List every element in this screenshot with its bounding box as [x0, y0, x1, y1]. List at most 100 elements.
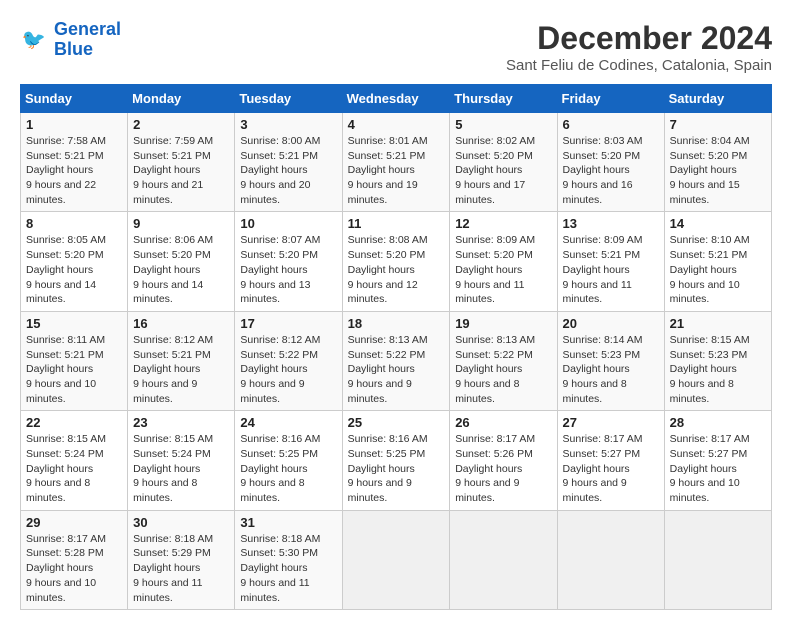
day-info: Sunrise: 7:58 AM Sunset: 5:21 PM Dayligh… — [26, 134, 122, 207]
sunrise-label: Sunrise: 8:09 AM — [563, 234, 643, 246]
weekday-header-tuesday: Tuesday — [235, 85, 342, 113]
calendar: SundayMondayTuesdayWednesdayThursdayFrid… — [20, 84, 772, 610]
daylight-value: 9 hours and 8 minutes. — [240, 477, 304, 504]
daylight-value: 9 hours and 19 minutes. — [348, 179, 418, 206]
daylight-value: 9 hours and 20 minutes. — [240, 179, 310, 206]
logo-general: General — [54, 19, 121, 39]
daylight-label: Daylight hours — [133, 562, 200, 574]
day-number: 19 — [455, 316, 551, 331]
calendar-cell: 31 Sunrise: 8:18 AM Sunset: 5:30 PM Dayl… — [235, 510, 342, 609]
day-info: Sunrise: 8:02 AM Sunset: 5:20 PM Dayligh… — [455, 134, 551, 207]
sunrise-label: Sunrise: 8:12 AM — [240, 334, 320, 346]
daylight-label: Daylight hours — [26, 463, 93, 475]
day-info: Sunrise: 8:15 AM Sunset: 5:23 PM Dayligh… — [670, 333, 766, 406]
day-info: Sunrise: 8:10 AM Sunset: 5:21 PM Dayligh… — [670, 233, 766, 306]
daylight-value: 9 hours and 11 minutes. — [240, 577, 309, 604]
daylight-label: Daylight hours — [240, 264, 307, 276]
sunset-label: Sunset: 5:23 PM — [563, 349, 641, 361]
daylight-label: Daylight hours — [455, 363, 522, 375]
daylight-label: Daylight hours — [348, 363, 415, 375]
calendar-cell: 30 Sunrise: 8:18 AM Sunset: 5:29 PM Dayl… — [128, 510, 235, 609]
day-number: 24 — [240, 415, 336, 430]
sunset-label: Sunset: 5:22 PM — [455, 349, 533, 361]
sunset-label: Sunset: 5:21 PM — [348, 150, 426, 162]
day-info: Sunrise: 8:03 AM Sunset: 5:20 PM Dayligh… — [563, 134, 659, 207]
day-number: 3 — [240, 117, 336, 132]
calendar-cell: 20 Sunrise: 8:14 AM Sunset: 5:23 PM Dayl… — [557, 311, 664, 410]
daylight-label: Daylight hours — [240, 463, 307, 475]
day-number: 1 — [26, 117, 122, 132]
day-info: Sunrise: 8:06 AM Sunset: 5:20 PM Dayligh… — [133, 233, 229, 306]
sunset-label: Sunset: 5:22 PM — [348, 349, 426, 361]
daylight-label: Daylight hours — [133, 264, 200, 276]
sunrise-label: Sunrise: 8:06 AM — [133, 234, 213, 246]
calendar-cell: 4 Sunrise: 8:01 AM Sunset: 5:21 PM Dayli… — [342, 113, 450, 212]
sunrise-label: Sunrise: 7:58 AM — [26, 135, 106, 147]
calendar-cell: 10 Sunrise: 8:07 AM Sunset: 5:20 PM Dayl… — [235, 212, 342, 311]
daylight-value: 9 hours and 9 minutes. — [455, 477, 519, 504]
day-info: Sunrise: 8:17 AM Sunset: 5:27 PM Dayligh… — [670, 432, 766, 505]
daylight-value: 9 hours and 8 minutes. — [563, 378, 627, 405]
sunrise-label: Sunrise: 8:15 AM — [133, 433, 213, 445]
weekday-header-monday: Monday — [128, 85, 235, 113]
sunset-label: Sunset: 5:28 PM — [26, 547, 104, 559]
logo: 🐦 General Blue — [20, 20, 121, 60]
day-number: 29 — [26, 515, 122, 530]
page-header: 🐦 General Blue December 2024 Sant Feliu … — [20, 20, 772, 74]
day-number: 27 — [563, 415, 659, 430]
daylight-label: Daylight hours — [240, 562, 307, 574]
calendar-cell: 16 Sunrise: 8:12 AM Sunset: 5:21 PM Dayl… — [128, 311, 235, 410]
daylight-label: Daylight hours — [670, 164, 737, 176]
daylight-label: Daylight hours — [455, 463, 522, 475]
day-info: Sunrise: 8:13 AM Sunset: 5:22 PM Dayligh… — [455, 333, 551, 406]
day-info: Sunrise: 8:09 AM Sunset: 5:21 PM Dayligh… — [563, 233, 659, 306]
sunset-label: Sunset: 5:27 PM — [670, 448, 748, 460]
sunset-label: Sunset: 5:21 PM — [563, 249, 641, 261]
sunrise-label: Sunrise: 8:13 AM — [455, 334, 535, 346]
calendar-cell: 29 Sunrise: 8:17 AM Sunset: 5:28 PM Dayl… — [21, 510, 128, 609]
daylight-label: Daylight hours — [348, 164, 415, 176]
sunset-label: Sunset: 5:20 PM — [563, 150, 641, 162]
sunset-label: Sunset: 5:20 PM — [240, 249, 318, 261]
sunrise-label: Sunrise: 8:17 AM — [26, 533, 106, 545]
sunset-label: Sunset: 5:21 PM — [240, 150, 318, 162]
day-number: 11 — [348, 216, 445, 231]
daylight-value: 9 hours and 22 minutes. — [26, 179, 96, 206]
calendar-cell: 21 Sunrise: 8:15 AM Sunset: 5:23 PM Dayl… — [664, 311, 771, 410]
daylight-label: Daylight hours — [670, 363, 737, 375]
sunset-label: Sunset: 5:21 PM — [670, 249, 748, 261]
sunset-label: Sunset: 5:27 PM — [563, 448, 641, 460]
sunrise-label: Sunrise: 8:05 AM — [26, 234, 106, 246]
calendar-cell: 14 Sunrise: 8:10 AM Sunset: 5:21 PM Dayl… — [664, 212, 771, 311]
calendar-cell: 23 Sunrise: 8:15 AM Sunset: 5:24 PM Dayl… — [128, 411, 235, 510]
daylight-value: 9 hours and 11 minutes. — [455, 279, 524, 306]
calendar-cell — [664, 510, 771, 609]
calendar-cell: 3 Sunrise: 8:00 AM Sunset: 5:21 PM Dayli… — [235, 113, 342, 212]
calendar-cell: 19 Sunrise: 8:13 AM Sunset: 5:22 PM Dayl… — [450, 311, 557, 410]
sunrise-label: Sunrise: 8:18 AM — [133, 533, 213, 545]
day-number: 20 — [563, 316, 659, 331]
calendar-cell: 6 Sunrise: 8:03 AM Sunset: 5:20 PM Dayli… — [557, 113, 664, 212]
sunset-label: Sunset: 5:20 PM — [455, 150, 533, 162]
daylight-value: 9 hours and 16 minutes. — [563, 179, 633, 206]
day-number: 22 — [26, 415, 122, 430]
sunset-label: Sunset: 5:20 PM — [133, 249, 211, 261]
sunrise-label: Sunrise: 8:18 AM — [240, 533, 320, 545]
calendar-cell: 8 Sunrise: 8:05 AM Sunset: 5:20 PM Dayli… — [21, 212, 128, 311]
day-info: Sunrise: 8:12 AM Sunset: 5:22 PM Dayligh… — [240, 333, 336, 406]
sunrise-label: Sunrise: 8:15 AM — [26, 433, 106, 445]
calendar-week-row: 15 Sunrise: 8:11 AM Sunset: 5:21 PM Dayl… — [21, 311, 772, 410]
title-block: December 2024 Sant Feliu de Codines, Cat… — [506, 20, 772, 74]
daylight-value: 9 hours and 10 minutes. — [26, 378, 96, 405]
sunrise-label: Sunrise: 8:09 AM — [455, 234, 535, 246]
calendar-cell: 18 Sunrise: 8:13 AM Sunset: 5:22 PM Dayl… — [342, 311, 450, 410]
sunset-label: Sunset: 5:25 PM — [348, 448, 426, 460]
daylight-value: 9 hours and 8 minutes. — [133, 477, 197, 504]
calendar-week-row: 1 Sunrise: 7:58 AM Sunset: 5:21 PM Dayli… — [21, 113, 772, 212]
calendar-cell: 2 Sunrise: 7:59 AM Sunset: 5:21 PM Dayli… — [128, 113, 235, 212]
daylight-value: 9 hours and 8 minutes. — [670, 378, 734, 405]
sunset-label: Sunset: 5:21 PM — [133, 349, 211, 361]
daylight-value: 9 hours and 11 minutes. — [563, 279, 632, 306]
day-info: Sunrise: 8:00 AM Sunset: 5:21 PM Dayligh… — [240, 134, 336, 207]
day-number: 18 — [348, 316, 445, 331]
